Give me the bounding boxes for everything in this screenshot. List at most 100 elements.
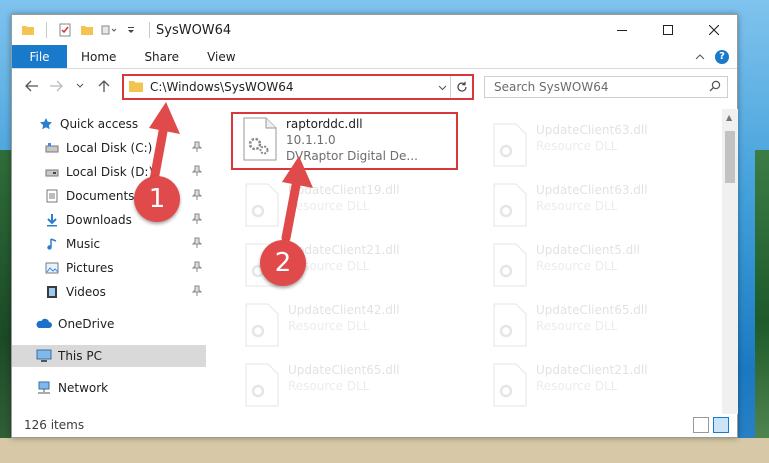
file-name: UpdateClient63.dll <box>536 123 648 137</box>
file-type: Resource DLL <box>288 379 370 393</box>
close-button[interactable] <box>691 15 737 45</box>
videos-icon <box>44 284 60 300</box>
sidebar-item-label: Quick access <box>60 117 139 131</box>
downloads-icon <box>44 212 60 228</box>
file-name: UpdateClient63.dll <box>536 183 648 197</box>
scrollbar-thumb[interactable] <box>725 131 735 183</box>
sidebar-item-label: Downloads <box>66 213 132 227</box>
folder-icon <box>20 22 36 38</box>
dll-file-icon <box>245 363 279 407</box>
step-1-badge: 1 <box>134 176 180 222</box>
minimize-button[interactable] <box>599 15 645 45</box>
tab-file[interactable]: File <box>12 45 67 68</box>
tab-share[interactable]: Share <box>130 45 193 68</box>
large-icons-view-button[interactable] <box>713 417 729 433</box>
desktop-background-bottom <box>0 438 769 463</box>
dll-file-icon <box>245 303 279 347</box>
address-dropdown-icon[interactable] <box>434 80 450 94</box>
address-path[interactable]: C:\Windows\SysWOW64 <box>150 80 294 94</box>
file-explorer-window: SysWOW64 File Home Share View ? C:\Windo… <box>11 14 738 438</box>
network-icon <box>36 380 52 396</box>
onedrive-icon <box>36 316 52 332</box>
details-view-button[interactable] <box>693 417 709 433</box>
search-icon <box>709 80 721 95</box>
new-folder-icon[interactable] <box>79 22 95 38</box>
help-icon[interactable]: ? <box>715 49 729 64</box>
item-count: 126 items <box>24 418 85 432</box>
tab-view[interactable]: View <box>193 45 249 68</box>
search-input[interactable]: Search SysWOW64 <box>494 80 608 94</box>
pin-icon <box>191 189 203 204</box>
file-item[interactable]: UpdateClient65.dll Resource DLL <box>236 359 461 414</box>
step-2-badge: 2 <box>260 240 306 286</box>
pin-icon <box>191 165 203 180</box>
recent-locations-button[interactable] <box>68 74 92 98</box>
sidebar-item-label: This PC <box>58 349 102 363</box>
view-toggle <box>693 417 729 433</box>
file-item[interactable]: UpdateClient65.dll Resource DLL <box>484 299 709 355</box>
step-1-arrow <box>149 102 180 185</box>
file-item[interactable]: UpdateClient63.dll Resource DLL <box>484 179 709 235</box>
file-item[interactable]: UpdateClient63.dll Resource DLL <box>484 119 709 175</box>
vertical-scrollbar[interactable]: ▲ <box>722 109 738 414</box>
computer-icon <box>36 348 52 364</box>
file-name: UpdateClient65.dll <box>536 303 648 317</box>
drive-icon <box>44 140 60 156</box>
file-item[interactable]: UpdateClient42.dll Resource DLL <box>236 299 461 355</box>
file-type: Resource DLL <box>536 259 618 273</box>
desktop-background-right <box>755 150 769 463</box>
scroll-up-icon[interactable]: ▲ <box>726 113 732 122</box>
customize-toolbar-icon[interactable] <box>101 22 117 38</box>
sidebar-item-music[interactable]: Music <box>12 233 206 255</box>
file-type: Resource DLL <box>536 199 618 213</box>
file-type: Resource DLL <box>536 139 618 153</box>
quick-access-dropdown-icon[interactable] <box>123 22 139 38</box>
sidebar-item-this-pc[interactable]: This PC <box>12 345 206 367</box>
sidebar-item-onedrive[interactable]: OneDrive <box>12 313 206 335</box>
pin-icon <box>191 237 203 252</box>
music-icon <box>44 236 60 252</box>
search-box[interactable]: Search SysWOW64 <box>484 76 728 98</box>
sidebar-item-downloads[interactable]: Downloads <box>12 209 206 231</box>
up-button[interactable] <box>92 74 116 98</box>
pin-icon <box>191 285 203 300</box>
pictures-icon <box>44 260 60 276</box>
maximize-button[interactable] <box>645 15 691 45</box>
file-name: UpdateClient5.dll <box>536 243 640 257</box>
file-item[interactable]: UpdateClient5.dll Resource DLL <box>484 239 709 295</box>
quick-access-toolbar <box>20 22 154 38</box>
file-type: Resource DLL <box>536 319 618 333</box>
sidebar-item-label: OneDrive <box>58 317 115 331</box>
dll-file-icon <box>493 363 527 407</box>
forward-button[interactable] <box>44 74 68 98</box>
window-title: SysWOW64 <box>156 22 232 38</box>
sidebar-item-label: Videos <box>66 285 106 299</box>
properties-icon[interactable] <box>57 22 73 38</box>
sidebar-item-videos[interactable]: Videos <box>12 281 206 303</box>
file-item[interactable]: UpdateClient19.dll Resource DLL <box>236 179 461 235</box>
expand-ribbon-icon[interactable] <box>695 50 705 64</box>
file-name: UpdateClient21.dll <box>536 363 648 377</box>
dll-file-icon <box>493 243 527 287</box>
status-bar: 126 items <box>12 413 737 437</box>
refresh-button[interactable] <box>450 76 472 98</box>
divider <box>46 22 47 38</box>
sidebar-item-network[interactable]: Network <box>12 377 206 399</box>
documents-icon <box>44 188 60 204</box>
window-controls <box>599 15 737 45</box>
dll-file-icon <box>493 303 527 347</box>
pin-icon <box>191 213 203 228</box>
drive-icon <box>44 164 60 180</box>
folder-icon <box>128 79 144 96</box>
sidebar-item-label: Network <box>58 381 109 395</box>
sidebar-item-label: Music <box>66 237 101 251</box>
file-name: UpdateClient65.dll <box>288 363 400 377</box>
file-item[interactable]: UpdateClient21.dll Resource DLL <box>484 359 709 414</box>
dll-file-icon <box>493 123 527 167</box>
tab-home[interactable]: Home <box>67 45 130 68</box>
pin-icon <box>191 261 203 276</box>
file-type: Resource DLL <box>536 379 618 393</box>
sidebar-item-pictures[interactable]: Pictures <box>12 257 206 279</box>
divider <box>149 22 150 38</box>
back-button[interactable] <box>20 74 44 98</box>
